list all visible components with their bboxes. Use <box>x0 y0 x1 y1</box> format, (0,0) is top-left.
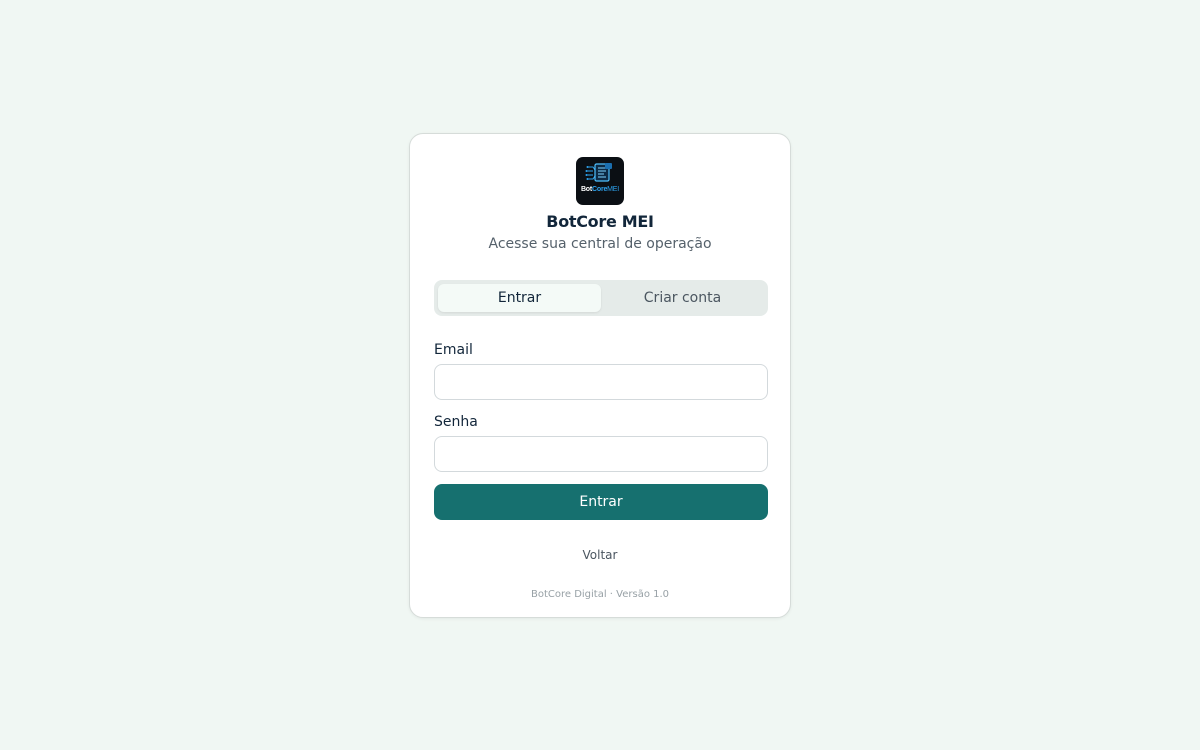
login-card: BotCoreMEI BotCore MEI Acesse sua centra… <box>409 133 791 618</box>
botcore-logo: BotCoreMEI <box>576 157 624 205</box>
tab-criar-conta[interactable]: Criar conta <box>601 284 764 312</box>
password-field[interactable] <box>434 436 768 472</box>
app-title: BotCore MEI <box>546 212 654 231</box>
app-subtitle: Acesse sua central de operação <box>488 236 712 252</box>
logo-wordmark: BotCoreMEI <box>576 186 624 193</box>
robot-document-icon <box>585 163 612 182</box>
version-footer: BotCore Digital · Versão 1.0 <box>530 589 670 600</box>
email-field[interactable] <box>434 364 768 400</box>
back-link[interactable]: Voltar <box>410 548 790 562</box>
auth-tabs: Entrar Criar conta <box>434 280 768 316</box>
login-button[interactable]: Entrar <box>434 484 768 520</box>
email-label: Email <box>434 342 473 358</box>
logo-wordmark-core: Core <box>592 186 608 193</box>
logo-wordmark-mei: MEI <box>607 186 620 193</box>
logo-wordmark-bot: Bot <box>580 186 593 193</box>
password-label: Senha <box>434 414 478 430</box>
tab-entrar[interactable]: Entrar <box>438 284 601 312</box>
